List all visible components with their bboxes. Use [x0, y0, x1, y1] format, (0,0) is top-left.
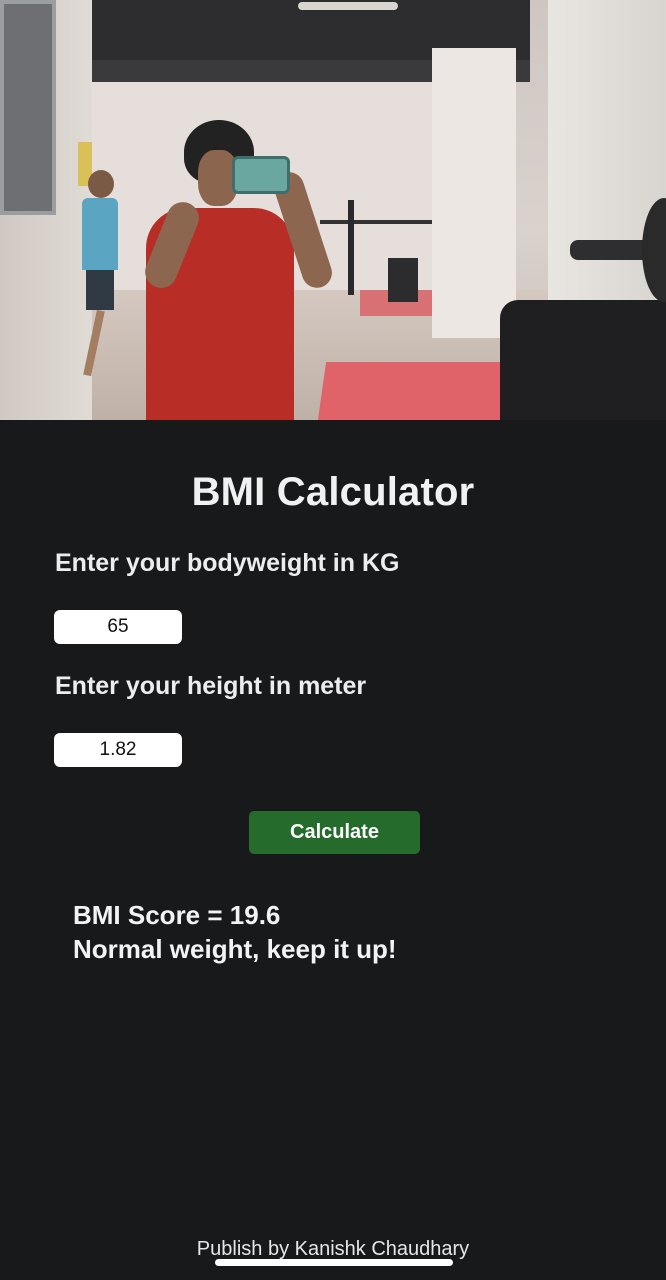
photo-person-background-legs	[86, 270, 114, 310]
calculate-button[interactable]: Calculate	[249, 811, 420, 854]
bmi-result-message: Normal weight, keep it up!	[73, 934, 397, 964]
photo-ceiling-fan	[298, 2, 398, 10]
photo-machine	[500, 300, 666, 420]
photo-person-background-head	[88, 170, 114, 198]
photo-pillar	[432, 48, 516, 338]
photo-phone	[232, 156, 290, 194]
photo-mat-front	[317, 362, 509, 420]
photo-person-background-body	[82, 198, 118, 270]
height-label: Enter your height in meter	[55, 672, 367, 700]
photo-barbell	[320, 220, 440, 224]
height-input[interactable]	[54, 733, 182, 767]
hero-photo	[0, 0, 666, 420]
weight-label: Enter your bodyweight in KG	[55, 549, 400, 577]
page-title: BMI Calculator	[191, 470, 475, 514]
photo-window	[0, 0, 56, 215]
bmi-app: BMI Calculator Enter your bodyweight in …	[0, 0, 666, 1280]
weight-input[interactable]	[54, 610, 182, 644]
bmi-score-text: BMI Score = 19.6	[73, 900, 281, 930]
home-indicator[interactable]	[215, 1259, 453, 1266]
footer-credit: Publish by Kanishk Chaudhary	[196, 1238, 470, 1260]
photo-bench	[388, 258, 418, 302]
photo-rack-left	[348, 200, 354, 295]
